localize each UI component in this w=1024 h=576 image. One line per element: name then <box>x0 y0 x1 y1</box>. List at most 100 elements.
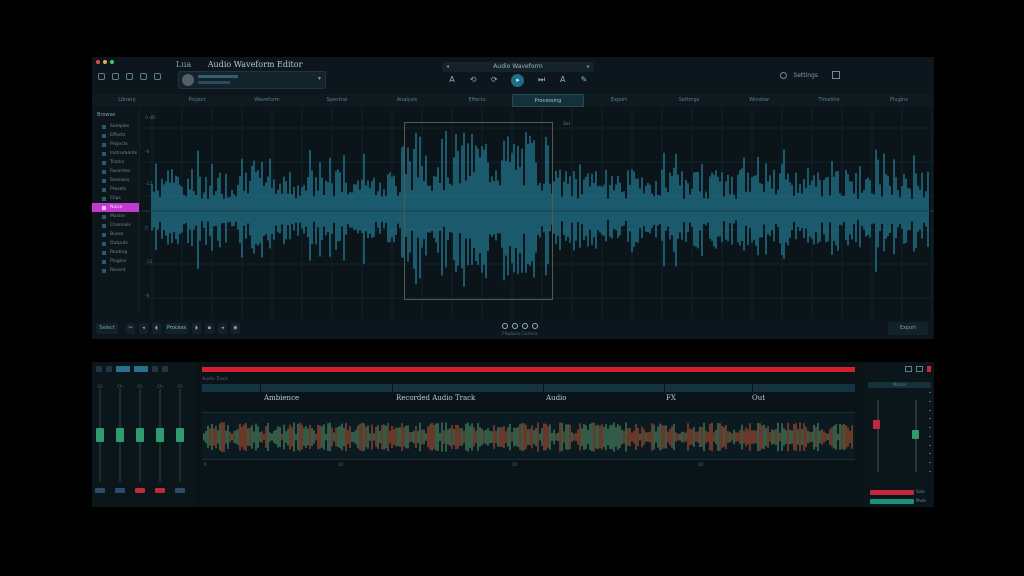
tab-library[interactable]: Library <box>92 94 162 107</box>
selection-region[interactable]: Sel <box>404 122 570 300</box>
master-fader-knob-left[interactable] <box>873 420 880 429</box>
tab-project[interactable]: Project <box>162 94 232 107</box>
sidebar-item-master[interactable]: Master <box>92 212 139 221</box>
tab-timeline[interactable]: Timeline <box>794 94 864 107</box>
lane-header[interactable] <box>753 384 855 392</box>
tool-button[interactable]: ▪ <box>204 323 214 334</box>
channel-toggle-on[interactable] <box>116 366 130 372</box>
skip-forward-icon[interactable]: ⏭ <box>538 76 546 84</box>
redo-icon[interactable] <box>112 73 119 80</box>
settings-label[interactable]: Settings <box>793 72 818 79</box>
sidebar-item-channels[interactable]: Channels <box>92 221 139 230</box>
window-icon[interactable] <box>916 366 923 372</box>
channel-icon[interactable] <box>162 366 168 372</box>
channel-icon[interactable] <box>152 366 158 372</box>
select-button[interactable]: Select <box>96 323 118 334</box>
channel-icon[interactable] <box>96 366 102 372</box>
master-fader-knob-right[interactable] <box>912 430 919 439</box>
edit-icon[interactable]: ✎ <box>580 76 588 84</box>
rewind-icon[interactable] <box>502 323 508 329</box>
undo-icon[interactable] <box>98 73 105 80</box>
tab-analysis[interactable]: Analysis <box>372 94 442 107</box>
play-icon[interactable] <box>512 323 518 329</box>
sidebar-item-favorites[interactable]: Favorites <box>92 167 139 176</box>
sidebar-item-effects[interactable]: Effects <box>92 131 139 140</box>
tab-window[interactable]: Window <box>724 94 794 107</box>
project-selector[interactable]: ▾ <box>178 71 326 89</box>
menu-label[interactable]: Lua <box>176 60 191 69</box>
tag-icon[interactable] <box>126 73 133 80</box>
channel-button[interactable] <box>155 488 165 493</box>
timeline-ruler[interactable]: 0 10 20 30 <box>202 462 855 470</box>
sidebar-item-instruments[interactable]: Instruments <box>92 149 139 158</box>
lane-header[interactable] <box>202 384 260 392</box>
tab-spectral[interactable]: Spectral <box>302 94 372 107</box>
fader-knob[interactable] <box>156 428 164 443</box>
sidebar-item-label: Sessions <box>110 178 130 183</box>
tab-processing[interactable]: Processing <box>512 94 584 107</box>
lane-header[interactable] <box>393 384 543 392</box>
fader-knob[interactable] <box>136 428 144 443</box>
sidebar-item-buses[interactable]: Buses <box>92 230 139 239</box>
lane-header[interactable] <box>543 384 664 392</box>
lane-header[interactable] <box>260 384 393 392</box>
next-arrow-icon[interactable]: ▸ <box>587 62 590 72</box>
sidebar-item-noise[interactable]: Noise <box>92 203 139 212</box>
channel-button[interactable] <box>115 488 125 493</box>
sidebar-item-clips[interactable]: Clips <box>92 194 139 203</box>
tab-export[interactable]: Export <box>584 94 654 107</box>
audio-clip[interactable] <box>202 412 855 460</box>
stop-icon[interactable] <box>522 323 528 329</box>
fader-knob[interactable] <box>116 428 124 443</box>
sidebar-item-recent[interactable]: Recent <box>92 266 139 275</box>
sidebar-item-routing[interactable]: Routing <box>92 248 139 257</box>
export-button[interactable]: Export <box>888 322 928 335</box>
maximize-button[interactable] <box>110 60 114 64</box>
loop-back-icon[interactable]: ⟲ <box>469 76 477 84</box>
cut-icon[interactable] <box>140 73 147 80</box>
close-button[interactable] <box>96 60 100 64</box>
solo-button[interactable] <box>870 490 914 495</box>
transport-btn-a[interactable]: A <box>448 76 456 84</box>
gear-icon[interactable] <box>780 71 788 79</box>
record-bar[interactable] <box>202 367 855 372</box>
sidebar-item-samples[interactable]: Samples <box>92 122 139 131</box>
tool-button[interactable]: ◂ <box>139 323 148 334</box>
sidebar-item-plugins[interactable]: Plugins <box>92 257 139 266</box>
monitor-icon[interactable] <box>905 366 912 372</box>
tab-waveform[interactable]: Waveform <box>232 94 302 107</box>
prev-arrow-icon[interactable]: ◂ <box>446 62 449 72</box>
tool-button[interactable]: ✂ <box>126 323 135 334</box>
tab-effects[interactable]: Effects <box>442 94 512 107</box>
channel-button[interactable] <box>95 488 105 493</box>
tool-button[interactable]: Process <box>165 323 188 334</box>
tool-button[interactable]: ◖ <box>152 323 161 334</box>
play-button[interactable]: ▸ <box>511 74 525 87</box>
tab-plugins[interactable]: Plugins <box>864 94 934 107</box>
record-icon[interactable] <box>532 323 538 329</box>
mute-icon[interactable] <box>154 73 161 80</box>
channel-toggle-on[interactable] <box>134 366 148 372</box>
channel-button[interactable] <box>175 488 185 493</box>
tool-button[interactable]: ◗ <box>191 323 201 334</box>
sidebar-item-outputs[interactable]: Outputs <box>92 239 139 248</box>
minimize-button[interactable] <box>103 60 107 64</box>
window-layout-icon[interactable] <box>832 71 840 79</box>
lane-header[interactable] <box>664 384 753 392</box>
sidebar-item-presets[interactable]: Presets <box>92 185 139 194</box>
tool-button[interactable]: ◂ <box>217 323 227 334</box>
mute-button[interactable] <box>870 499 914 504</box>
sidebar-item-sessions[interactable]: Sessions <box>92 176 139 185</box>
waveform-view[interactable]: 0 dB -6 -12 0 -12 -6 Sel <box>142 108 934 320</box>
channel-button[interactable] <box>135 488 145 493</box>
fader-knob[interactable] <box>96 428 104 443</box>
sidebar-item-tracks[interactable]: Tracks <box>92 158 139 167</box>
tool-button[interactable]: ◉ <box>230 323 240 334</box>
transport-btn-b[interactable]: A <box>559 76 567 84</box>
channel-icon[interactable] <box>106 366 112 372</box>
record-indicator-icon[interactable] <box>927 366 931 372</box>
fader-knob[interactable] <box>176 428 184 443</box>
tab-settings[interactable]: Settings <box>654 94 724 107</box>
sidebar-item-projects[interactable]: Projects <box>92 140 139 149</box>
loop-forward-icon[interactable]: ⟳ <box>490 76 498 84</box>
